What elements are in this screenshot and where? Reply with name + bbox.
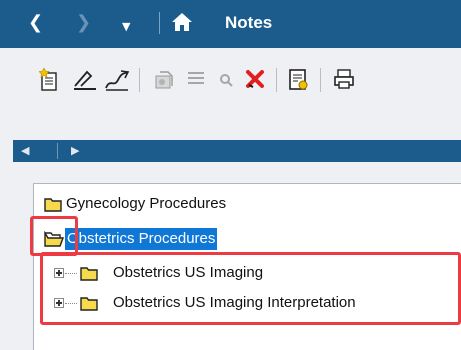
title-bar: ❮ ❯ ▼ Notes <box>0 0 461 48</box>
document-icon[interactable] <box>288 68 310 90</box>
search-icon[interactable] <box>216 68 238 90</box>
delete-icon[interactable] <box>244 68 266 90</box>
new-note-icon[interactable] <box>39 68 61 91</box>
tab-area <box>0 104 461 174</box>
tree-item-label: Gynecology Procedures <box>66 195 227 212</box>
sign-icon[interactable] <box>73 68 96 90</box>
tab-scroller: ◀ ▶ <box>13 140 461 162</box>
folder-closed-icon <box>44 198 62 212</box>
tree-item-label: Obstetrics Procedures <box>65 228 218 250</box>
back-button[interactable]: ❮ <box>28 13 43 33</box>
highlight-box-subfolders <box>40 252 461 325</box>
toolbar <box>0 48 461 104</box>
scroll-left-button[interactable]: ◀ <box>21 144 29 158</box>
list-icon[interactable] <box>185 68 207 90</box>
attach-icon[interactable] <box>152 68 174 90</box>
title-bar-divider <box>159 12 160 34</box>
tree-item-obstetrics-procedures[interactable]: Obstetrics Procedures <box>44 228 444 250</box>
page-title: Notes <box>225 13 273 32</box>
home-icon[interactable] <box>171 11 193 33</box>
toolbar-divider <box>320 68 321 92</box>
forward-sign-icon[interactable] <box>104 68 130 91</box>
toolbar-divider <box>276 68 277 92</box>
print-icon[interactable] <box>333 68 355 90</box>
scroller-divider <box>57 143 58 159</box>
highlight-box-folder <box>30 216 78 256</box>
history-dropdown-button[interactable]: ▼ <box>122 17 130 37</box>
forward-button[interactable]: ❯ <box>76 13 91 33</box>
scroll-right-button[interactable]: ▶ <box>71 144 79 158</box>
tree-item-gynecology-procedures[interactable]: Gynecology Procedures <box>44 193 444 215</box>
toolbar-divider <box>139 68 140 92</box>
